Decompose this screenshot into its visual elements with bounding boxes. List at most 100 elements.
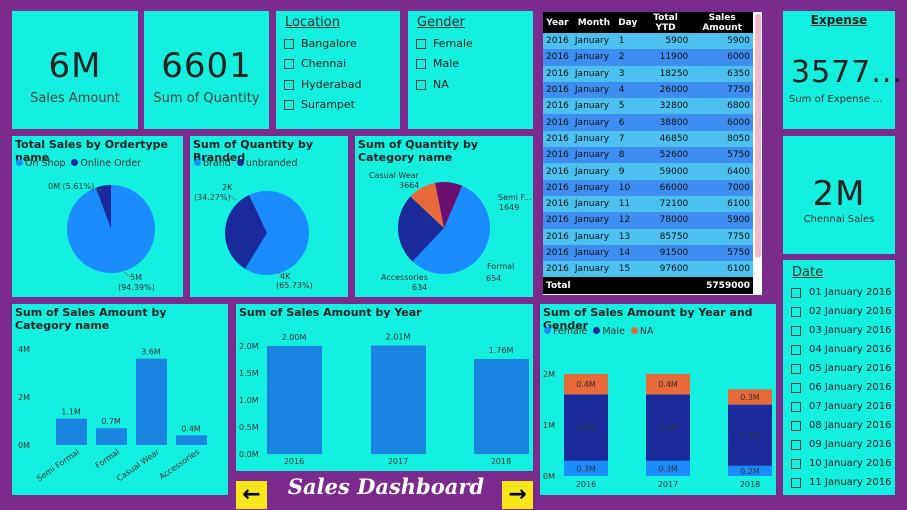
- table-cell: 7000: [691, 179, 753, 196]
- gender-option[interactable]: NA: [416, 78, 449, 91]
- date-option[interactable]: 04 January 2016: [791, 344, 891, 355]
- table-cell: 7750: [691, 81, 753, 99]
- table-cell: 11: [615, 195, 640, 213]
- table-row[interactable]: 2016 January 10 66000 7000: [543, 179, 753, 196]
- table-row[interactable]: 2016 January 3 18250 6350: [543, 65, 753, 82]
- table-cell: January: [571, 130, 616, 148]
- date-option[interactable]: 10 January 2016: [791, 458, 891, 469]
- table-row[interactable]: 2016 January 11 72100 6100: [543, 195, 753, 213]
- bar[interactable]: [371, 345, 426, 454]
- year-gender-bar-chart[interactable]: 0M 1M 2M 0.3M 1.3M 0.4M 2016 0.3M 1.3M 0.4M 2017 0.…: [540, 304, 776, 495]
- gender-option[interactable]: Female: [416, 37, 473, 50]
- table-row[interactable]: 2016 January 4 26000 7750: [543, 81, 753, 99]
- checkbox-icon[interactable]: [791, 420, 801, 431]
- checkbox-icon[interactable]: [791, 382, 801, 393]
- data-label: (94.39%): [118, 283, 155, 292]
- table-cell: 32800: [639, 98, 692, 115]
- branded-pie-chart[interactable]: 2K(34.27%) 4K(65.73%): [190, 136, 348, 297]
- checkbox-icon[interactable]: [791, 477, 801, 488]
- date-option[interactable]: 08 January 2016: [791, 420, 891, 431]
- column-header[interactable]: Day: [615, 12, 640, 33]
- gender-option[interactable]: Male: [416, 57, 459, 70]
- bar[interactable]: [267, 346, 322, 454]
- date-option[interactable]: 03 January 2016: [791, 325, 891, 336]
- expense-card: Expense 3577... Sum of Expense ...: [783, 11, 903, 129]
- date-option[interactable]: 07 January 2016: [791, 401, 891, 412]
- category-qty-pie-chart[interactable]: Casual Wear3664 Semi F...1649 Formal 654 Acc…: [355, 136, 533, 297]
- checkbox-icon[interactable]: [284, 99, 294, 110]
- date-option[interactable]: 11 January 2016: [791, 477, 891, 488]
- next-arrow-button[interactable]: →: [502, 481, 533, 509]
- checkbox-icon[interactable]: [791, 458, 801, 469]
- x-tick-label: 2016: [284, 457, 304, 466]
- table-cell: January: [571, 244, 616, 262]
- ordertype-pie-chart[interactable]: 0M (5.61%) 5M(94.39%): [12, 136, 183, 297]
- table-cell: January: [571, 163, 616, 180]
- data-label: Formal: [487, 262, 514, 271]
- location-option[interactable]: Bangalore: [284, 37, 357, 50]
- checkbox-icon[interactable]: [284, 79, 294, 90]
- location-option[interactable]: Surampet: [284, 98, 355, 111]
- date-option[interactable]: 05 January 2016: [791, 363, 891, 374]
- year-sales-bar-chart[interactable]: 0.0M 0.5M 1.0M 1.5M 2.0M 2.00M 2016 2.01M 2017 1.…: [236, 304, 533, 471]
- prev-arrow-button[interactable]: ←: [236, 481, 267, 509]
- checkbox-icon[interactable]: [416, 38, 426, 49]
- date-option[interactable]: 02 January 2016: [791, 306, 891, 317]
- table-cell: 2016: [543, 261, 572, 278]
- column-header[interactable]: Year: [543, 12, 572, 33]
- checkbox-icon[interactable]: [791, 401, 801, 412]
- column-header[interactable]: Total YTD: [639, 12, 692, 33]
- location-option[interactable]: Hyderabad: [284, 78, 362, 91]
- checkbox-icon[interactable]: [284, 38, 294, 49]
- checkbox-icon[interactable]: [791, 287, 801, 298]
- table-cell: 12: [615, 212, 640, 229]
- chennai-sales-label: Chennai Sales: [803, 214, 875, 225]
- table-row[interactable]: 2016 January 15 97600 6100: [543, 261, 753, 278]
- table-cell: 2016: [543, 33, 572, 50]
- table-cell: January: [571, 81, 616, 99]
- x-tick-label: 2018: [491, 457, 511, 466]
- table-cell: January: [571, 179, 616, 196]
- chennai-sales-card: 2M Chennai Sales: [783, 136, 895, 254]
- table-row[interactable]: 2016 January 2 11900 6000: [543, 49, 753, 66]
- date-option[interactable]: 01 January 2016: [791, 287, 891, 298]
- data-label: 2.01M: [386, 332, 411, 341]
- column-header[interactable]: Month: [571, 12, 616, 33]
- table-row[interactable]: 2016 January 6 38800 6000: [543, 114, 753, 131]
- checkbox-icon[interactable]: [791, 439, 801, 450]
- checkbox-icon[interactable]: [416, 58, 426, 69]
- table-cell: 26000: [639, 81, 692, 99]
- bar[interactable]: [474, 358, 529, 454]
- checkbox-icon[interactable]: [416, 79, 426, 90]
- checkbox-icon[interactable]: [791, 363, 801, 374]
- checkbox-icon[interactable]: [791, 325, 801, 336]
- sales-table[interactable]: Year Month Day Total YTD Sales Amount 20…: [543, 12, 762, 295]
- checkbox-icon[interactable]: [791, 306, 801, 317]
- column-header[interactable]: Sales Amount: [691, 12, 753, 33]
- checkbox-icon[interactable]: [284, 58, 294, 69]
- date-option[interactable]: 06 January 2016: [791, 382, 891, 393]
- expense-value: 3577...: [791, 55, 903, 90]
- date-slicer: Date 01 January 2016 02 January 2016 03 Ja…: [783, 260, 895, 495]
- table-row[interactable]: 2016 January 1 5900 5900: [543, 33, 753, 50]
- table-row[interactable]: 2016 January 14 91500 5750: [543, 244, 753, 262]
- table-cell: January: [571, 195, 616, 213]
- table-cell: January: [571, 114, 616, 131]
- bar[interactable]: [56, 418, 87, 445]
- location-option[interactable]: Chennai: [284, 57, 346, 70]
- bar[interactable]: [176, 435, 207, 445]
- table-row[interactable]: 2016 January 8 52600 5750: [543, 147, 753, 164]
- date-option[interactable]: 09 January 2016: [791, 439, 891, 450]
- table-row[interactable]: 2016 January 12 78000 5900: [543, 212, 753, 229]
- table-row[interactable]: 2016 January 7 46850 8050: [543, 130, 753, 148]
- category-sales-bar-chart[interactable]: 0M 2M 4M 1.1M Semi Formal 0.7M Formal 3.6M Casua…: [12, 304, 228, 495]
- table-row[interactable]: 2016 January 5 32800 6800: [543, 98, 753, 115]
- checkbox-icon[interactable]: [791, 344, 801, 355]
- arrow-right-icon: →: [508, 482, 527, 507]
- table-scrollbar[interactable]: [755, 14, 761, 258]
- bar[interactable]: [136, 358, 167, 445]
- table-row[interactable]: 2016 January 9 59000 6400: [543, 163, 753, 180]
- table-row[interactable]: 2016 January 13 85750 7750: [543, 228, 753, 245]
- bar[interactable]: [96, 428, 127, 445]
- category-qty-pie-panel: Sum of Quantity by Category name Casual …: [355, 136, 533, 297]
